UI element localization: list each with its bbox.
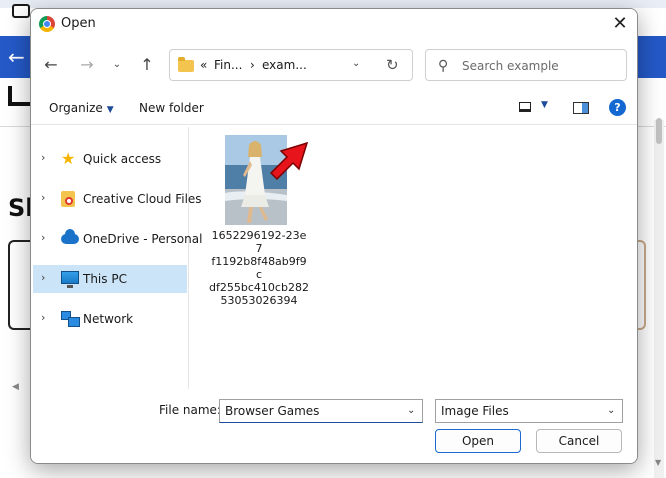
address-segment-2[interactable]: exam... [262,58,307,72]
address-dropdown-icon[interactable]: ⌄ [352,58,360,69]
up-button[interactable]: ↑ [135,53,159,77]
organize-caret-icon: ▼ [106,105,114,115]
refresh-icon[interactable]: ↻ [386,56,399,74]
sidebar-item-label: Creative Cloud Files [83,192,202,206]
dialog-title: Open [61,16,96,31]
creative-cloud-folder-icon [61,191,75,207]
sidebar-item-this-pc[interactable]: › This PC [33,265,187,293]
background-vertical-scrollbar[interactable] [654,120,664,478]
file-list-pane: 1652296192-23e7 f1192b8f48ab9f9c df255bc… [191,127,637,389]
navigation-pane: › ★ Quick access › Creative Cloud Files … [31,127,202,389]
search-icon: ⚲ [438,58,449,74]
expand-chevron-icon[interactable]: › [41,271,45,284]
this-pc-icon [61,271,79,288]
background-back-icon[interactable]: ← [8,44,30,70]
change-view-icon[interactable] [519,102,531,112]
recent-locations-button[interactable]: ⌄ [105,53,129,77]
sidebar-item-network[interactable]: › Network [33,305,187,333]
star-icon: ★ [61,149,76,168]
folder-icon [178,57,194,72]
file-name-line: 53053026394 [220,294,298,307]
cancel-button[interactable]: Cancel [536,429,622,453]
organize-label: Organize [49,101,103,115]
sidebar-item-label: This PC [83,272,127,286]
sidebar-item-quick-access[interactable]: › ★ Quick access [33,145,187,173]
search-box[interactable]: ⚲ [425,49,627,81]
file-name-input[interactable]: Browser Games [219,399,423,423]
back-button[interactable]: ← [39,53,63,77]
expand-chevron-icon[interactable]: › [41,191,45,204]
onedrive-cloud-icon [61,229,79,244]
view-options-caret-icon[interactable]: ▼ [541,100,548,110]
expand-chevron-icon[interactable]: › [41,151,45,164]
address-separator[interactable]: › [250,58,255,72]
sidebar-item-label: Quick access [83,152,162,166]
sidebar-item-onedrive[interactable]: › OneDrive - Personal [33,225,202,253]
new-folder-button[interactable]: New folder [139,101,204,115]
file-name-line: 1652296192-23e7 [211,229,307,255]
expand-chevron-icon[interactable]: › [41,231,45,244]
file-type-dropdown-icon[interactable]: ⌄ [607,405,615,416]
preview-pane-icon[interactable] [573,102,589,114]
address-segment-1[interactable]: Fin... [214,58,242,72]
expand-chevron-icon[interactable]: › [41,311,45,324]
network-icon [61,311,80,327]
organize-menu-button[interactable]: Organize ▼ [49,101,114,115]
red-annotation-arrow-icon [269,141,309,181]
sidebar-item-label: Network [83,312,134,326]
help-icon[interactable]: ? [609,99,626,116]
command-toolbar: Organize ▼ New folder ▼ ? [31,93,637,125]
sidebar-item-label: OneDrive - Personal [83,232,203,246]
dialog-footer: File name: Browser Games ⌄ Image Files ⌄… [31,389,637,463]
address-overflow-chevrons[interactable]: « [200,58,207,72]
background-tab-icon [12,4,30,18]
close-button[interactable]: ✕ [605,11,635,37]
file-type-select[interactable]: Image Files [435,399,623,423]
file-name-line: f1192b8f48ab9f9c [211,255,307,281]
open-file-dialog: Open ✕ ← → ⌄ ↑ « Fin... › exam... ⌄ ↻ ⚲ … [30,8,638,464]
address-bar[interactable]: « Fin... › exam... ⌄ ↻ [169,49,413,81]
background-scrollbar-thumb[interactable] [656,118,662,144]
forward-button[interactable]: → [75,53,99,77]
chrome-app-icon [39,16,55,32]
open-button[interactable]: Open [435,429,521,453]
background-scroll-left-icon[interactable]: ◀ [12,382,19,392]
file-name-line: df255bc410cb282 [209,281,309,294]
background-scroll-down-icon[interactable]: ▼ [655,458,661,467]
sidebar-item-creative-cloud-files[interactable]: › Creative Cloud Files [33,185,202,213]
background-logo [8,86,30,106]
file-name-dropdown-icon[interactable]: ⌄ [407,405,415,416]
file-name-label: 1652296192-23e7 f1192b8f48ab9f9c df255bc… [209,229,309,307]
file-name-field-label: File name: [159,403,221,417]
navigation-row: ← → ⌄ ↑ « Fin... › exam... ⌄ ↻ ⚲ [31,45,637,85]
dialog-titlebar: Open ✕ [31,9,637,39]
background-tab-strip [0,0,666,8]
search-input[interactable] [462,56,622,76]
